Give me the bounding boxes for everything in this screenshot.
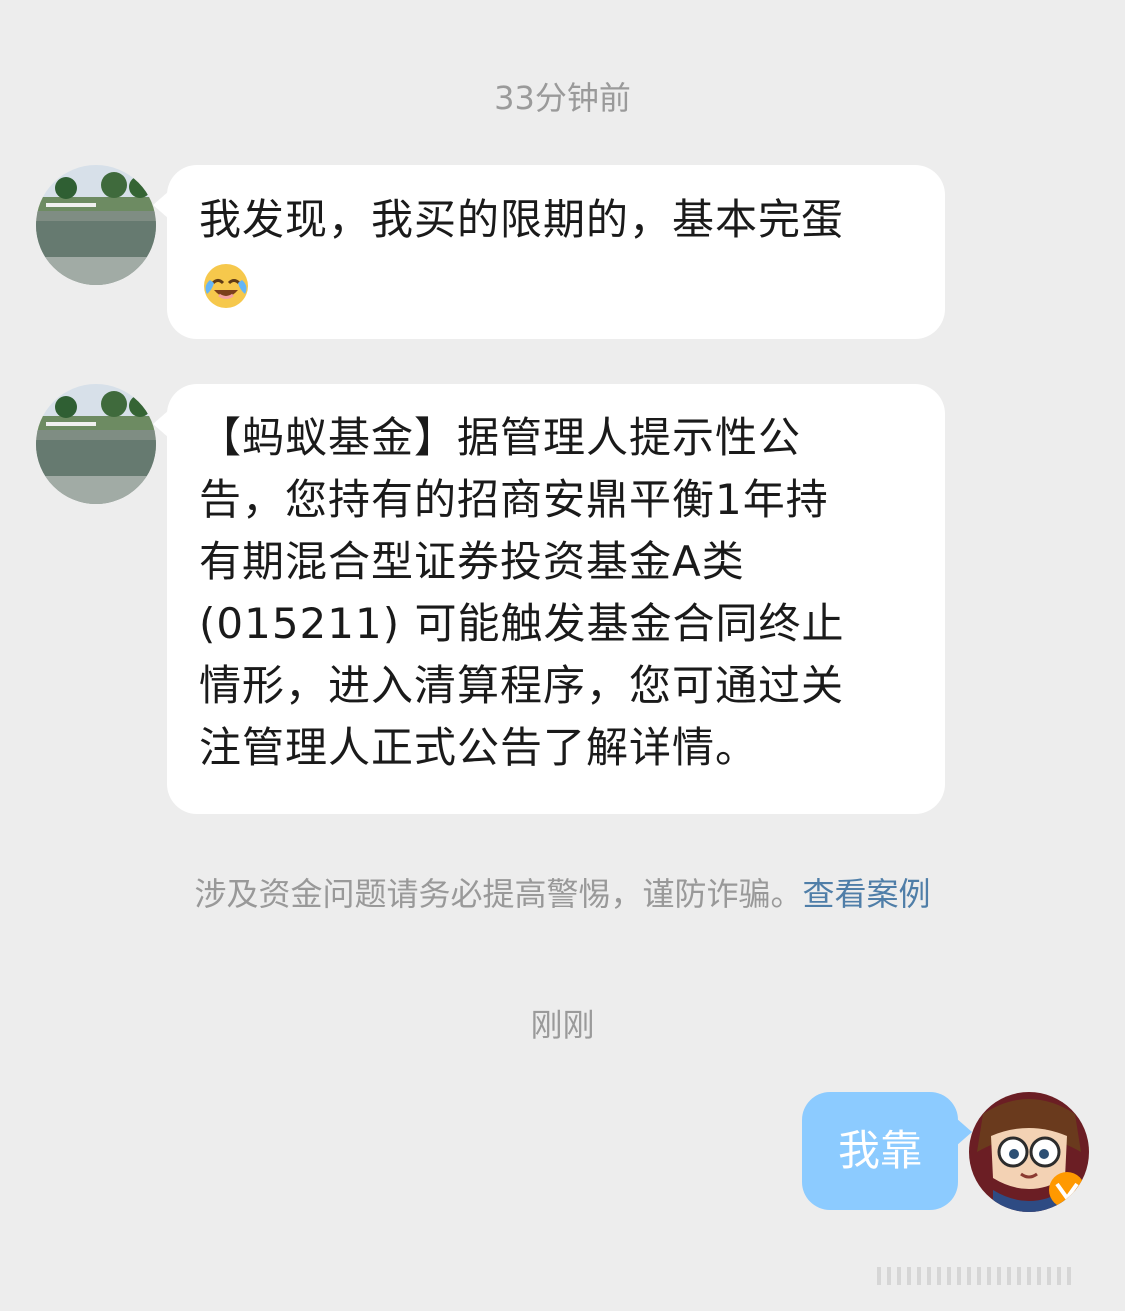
timestamp-1: 33分钟前 [494,79,631,117]
fraud-warning: 涉及资金问题请务必提高警惕，谨防诈骗。查看案例 [0,872,1125,916]
message-bubble-1[interactable]: 我发现，我买的限期的，基本完蛋 [153,165,945,339]
verified-badge-icon [1049,1172,1085,1208]
landscape-avatar-icon [36,384,156,504]
bubble-tail [153,191,169,219]
watermark [877,1267,1097,1285]
message-text-2: 【蚂蚁基金】据管理人提示性公 告，您持有的招商安鼎平衡1年持 有期混合型证券投资… [199,413,845,772]
sender-avatar[interactable] [36,384,156,504]
message-text-3: 我靠 [837,1126,922,1175]
view-cases-link[interactable]: 查看案例 [803,875,931,913]
fraud-warning-text: 涉及资金问题请务必提高警惕，谨防诈骗。 [194,875,803,913]
bubble-tail [153,410,169,438]
anime-avatar-icon [969,1092,1089,1212]
message-bubble-2[interactable]: 【蚂蚁基金】据管理人提示性公 告，您持有的招商安鼎平衡1年持 有期混合型证券投资… [153,384,945,814]
my-avatar[interactable] [969,1092,1089,1212]
message-bubble-3[interactable]: 我靠 [802,1092,972,1210]
laughing-crying-emoji-icon [199,259,253,313]
timestamp-2: 刚刚 [530,1006,595,1044]
sender-avatar[interactable] [36,165,156,285]
landscape-avatar-icon [36,165,156,285]
message-text-1: 我发现，我买的限期的，基本完蛋 [199,195,845,244]
